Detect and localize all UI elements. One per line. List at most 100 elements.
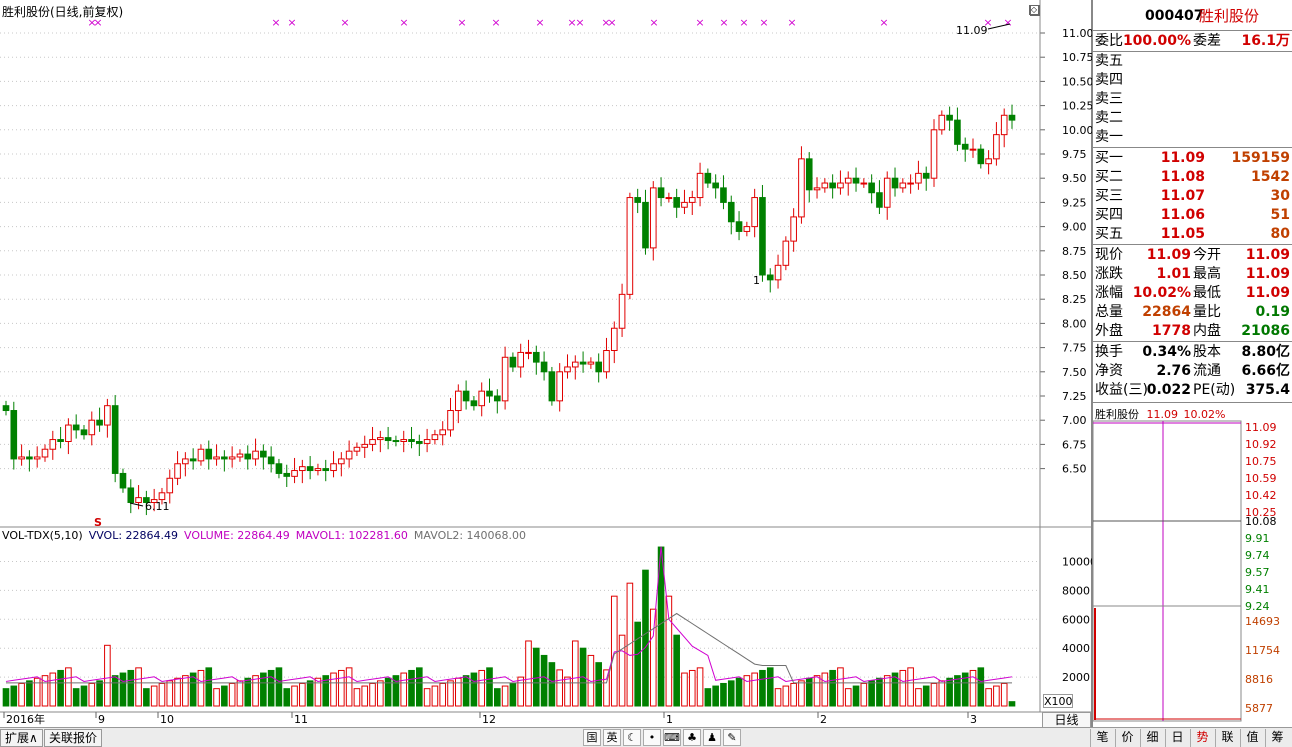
volume-bar <box>252 675 259 707</box>
candle-body <box>275 463 283 474</box>
pivot-label: 1 <box>753 274 760 287</box>
mavol1-value: MAVOL1: 102281.60 <box>295 529 408 542</box>
detail-tab[interactable]: 值 <box>1240 729 1264 747</box>
sell-row[interactable]: 卖四 <box>1093 71 1292 90</box>
toolbar-icon[interactable]: 英 <box>603 729 621 746</box>
volume-bar <box>88 682 96 707</box>
period-selector[interactable]: 日线 <box>1042 712 1091 728</box>
candle-body <box>462 390 470 402</box>
fundamental-row: 换手 0.34% 股本 8.80亿 <box>1093 343 1292 362</box>
intraday-down-tick: 9.24 <box>1245 600 1270 613</box>
price-tick-label: 7.00 <box>1062 414 1087 427</box>
stock-name: 胜利股份 <box>1199 7 1260 25</box>
candle-body <box>96 419 103 426</box>
candle-body <box>673 197 680 208</box>
candle-body <box>891 177 899 189</box>
candle-body <box>127 487 135 503</box>
chart-canvas[interactable]: 11.00 10.75 10.50 10.25 10.00 9.75 9.50 9.25 9.0… <box>0 0 1092 727</box>
candle-body <box>416 440 423 444</box>
price-tick-label: 9.25 <box>1062 196 1087 209</box>
volume-bar <box>774 688 782 707</box>
related-quotes-tab[interactable]: 关联报价 <box>44 729 103 747</box>
stat-row: 涨幅 10.02% 最低 11.09 <box>1093 284 1292 303</box>
candle-body <box>618 293 626 329</box>
candle-body <box>197 448 205 462</box>
intraday-up-tick: 10.59 <box>1245 472 1277 485</box>
stat-label: 现价 <box>1095 247 1123 263</box>
buy-row[interactable]: 买二 11.08 1542 <box>1093 168 1292 187</box>
stat-row: 外盘 1778 内盘 21086 <box>1093 322 1292 341</box>
detail-tab[interactable]: 价 <box>1115 729 1139 747</box>
fundamental-value: 6.66亿 <box>1241 363 1290 379</box>
volume-bar <box>735 677 743 707</box>
price-tick-label: 7.50 <box>1062 366 1087 379</box>
toolbar-icon[interactable]: 国 <box>583 729 601 746</box>
detail-tab[interactable]: 联 <box>1215 729 1239 747</box>
sell-row[interactable]: 卖五 <box>1093 52 1292 71</box>
candle-body <box>642 201 649 249</box>
candle-body <box>205 448 213 460</box>
candle-body <box>493 395 501 402</box>
candle-body <box>353 446 361 452</box>
signal-marker: × <box>739 16 748 29</box>
volume-bar <box>829 669 836 707</box>
buy-row[interactable]: 买四 11.06 51 <box>1093 206 1292 225</box>
kline-pane[interactable]: 11.00 10.75 10.50 10.25 10.00 9.75 9.50 9.25 9.0… <box>0 0 1092 728</box>
toolbar-icon[interactable]: ✎ <box>723 729 741 746</box>
fundamental-label: PE(动) <box>1193 382 1236 398</box>
volume-bar <box>751 672 758 707</box>
candle-body <box>119 472 127 489</box>
detail-tab[interactable]: 势 <box>1190 729 1214 747</box>
buy-row[interactable]: 买三 11.07 30 <box>1093 187 1292 206</box>
volume-bar <box>720 682 727 707</box>
sell-row[interactable]: 卖三 <box>1093 90 1292 109</box>
detail-tab[interactable]: 笔 <box>1090 729 1114 747</box>
candle-body <box>306 466 314 472</box>
vol-indicator-name[interactable]: VOL-TDX(5,10) <box>2 529 83 542</box>
toolbar-icon[interactable]: ☾ <box>623 729 641 746</box>
toolbar-icon[interactable]: • <box>643 729 661 746</box>
intraday-vol-tick: 14693 <box>1245 615 1280 628</box>
detail-tab[interactable]: 日 <box>1165 729 1189 747</box>
detail-tab[interactable]: 筹 <box>1265 729 1289 747</box>
buy-row[interactable]: 买一 11.09 159159 <box>1093 149 1292 168</box>
stat-label: 内盘 <box>1193 323 1221 339</box>
volume-bar <box>408 669 415 707</box>
signal-marker: × <box>649 16 658 29</box>
signal-marker: × <box>759 16 768 29</box>
intraday-pane[interactable]: 11.09 10.92 10.75 10.59 10.42 10.25 10.08 9.91 9… <box>1092 402 1292 727</box>
window-icon[interactable] <box>1030 5 1040 16</box>
volume-bar <box>688 669 696 707</box>
toolbar-icon[interactable]: ♟ <box>703 729 721 746</box>
buy-row[interactable]: 买五 11.05 80 <box>1093 225 1292 244</box>
toolbar-icon[interactable]: ♣ <box>683 729 701 746</box>
candle-body <box>837 182 844 189</box>
buy-label: 买三 <box>1095 188 1123 204</box>
candle-body <box>283 472 291 477</box>
expand-tab[interactable]: 扩展∧ <box>0 729 43 747</box>
volume-bar <box>517 676 525 707</box>
candle-body <box>1000 114 1008 136</box>
candle-body <box>868 182 875 194</box>
stat-value: 10.02% <box>1132 285 1191 301</box>
volume-bar <box>291 685 298 707</box>
candle-body <box>743 226 751 232</box>
intraday-down-tick: 9.57 <box>1245 566 1270 579</box>
candle-body <box>182 458 189 465</box>
sell-row[interactable]: 卖一 <box>1093 128 1292 147</box>
volume-bar <box>649 608 657 707</box>
toolbar-icon[interactable]: ⌨ <box>663 729 681 746</box>
signal-marker: × <box>457 16 466 29</box>
volume-bar <box>377 680 384 707</box>
candle-body <box>688 197 696 203</box>
intraday-canvas[interactable]: 11.0910.9210.7510.5910.4210.2510.089.919… <box>1093 403 1292 728</box>
candle-body <box>525 351 532 354</box>
candle-body <box>579 361 587 365</box>
stat-label: 涨幅 <box>1095 285 1123 301</box>
volume-bar <box>1008 701 1016 707</box>
candle-body <box>189 458 197 462</box>
intraday-down-tick: 9.74 <box>1245 549 1270 562</box>
sell-row[interactable]: 卖二 <box>1093 109 1292 128</box>
detail-tab[interactable]: 细 <box>1140 729 1164 747</box>
volume-bar <box>369 682 376 707</box>
